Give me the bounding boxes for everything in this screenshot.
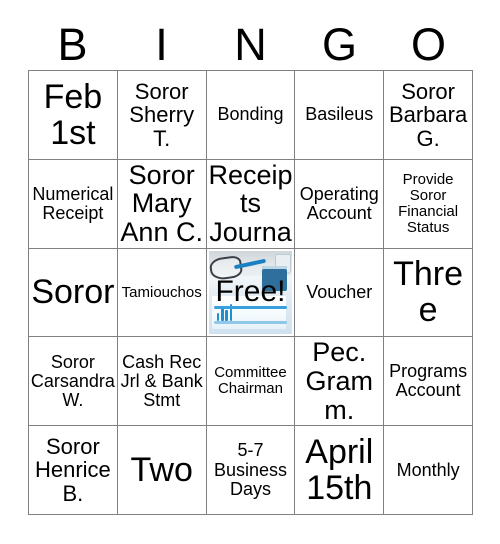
photo-chart-bar <box>221 307 224 321</box>
bingo-header-letter-i: I <box>155 18 168 70</box>
bingo-cell-label: Cash Rec Jrl & Bank Stmt <box>120 351 203 410</box>
bingo-cell[interactable]: Basileus <box>295 71 385 160</box>
photo-chart-line <box>213 321 288 325</box>
bingo-cell[interactable]: Numerical Receipt <box>29 159 118 249</box>
bingo-header-letter-b: B <box>57 18 88 70</box>
bingo-cell[interactable]: Feb 1st <box>29 71 118 160</box>
bingo-cell[interactable]: Cash Rec Jrl & Bank Stmt <box>117 337 207 427</box>
bingo-cell[interactable]: Programs Account <box>384 337 473 427</box>
bingo-cell-label: Operating Account <box>299 183 379 223</box>
bingo-cell-label: Soror Carsandra W. <box>30 351 115 410</box>
bingo-cell-label: Monthly <box>396 459 460 480</box>
bingo-cell-label: Tamiouchos <box>121 283 202 301</box>
bingo-cell[interactable]: Provide Soror Financial Status <box>384 159 473 249</box>
bingo-cell-label: Soror Sherry T. <box>129 78 195 151</box>
bingo-cell-label: Two <box>130 451 193 490</box>
bingo-cell-label: April 15th <box>305 433 374 508</box>
bingo-cell-label: Soror Mary Ann C. <box>120 159 203 247</box>
photo-chart-bar <box>225 310 228 321</box>
bingo-header-letter-o: O <box>410 18 446 70</box>
bingo-cell[interactable]: Voucher <box>295 248 385 338</box>
bingo-cell-label: Basileus <box>305 104 374 125</box>
bingo-cell[interactable]: Monthly <box>384 426 473 515</box>
bingo-cell[interactable]: Soror Barbara G. <box>384 71 473 160</box>
bingo-cell-label: Committee Chairman <box>214 364 287 398</box>
bingo-cell[interactable]: Soror Henrice B. <box>29 426 118 515</box>
bingo-cell[interactable]: 5-7 Business Days <box>206 426 296 515</box>
bingo-cell-label: Bonding <box>217 104 284 125</box>
free-space-label: Free! <box>215 275 286 309</box>
bingo-cell[interactable]: Soror Mary Ann C. <box>117 159 207 249</box>
bingo-cell[interactable]: Tamiouchos <box>117 248 207 338</box>
bingo-cell-label: Soror Henrice B. <box>34 434 111 506</box>
bingo-cell-label: 5-7 Business Days <box>213 440 288 499</box>
bingo-header-letter-n: N <box>234 18 267 70</box>
bingo-cell-label: Soror <box>31 273 115 312</box>
bingo-cell[interactable]: Bonding <box>206 71 296 160</box>
bingo-cell[interactable]: Committee Chairman <box>206 337 296 427</box>
bingo-cell-label: Provide Soror Financial Status <box>398 170 459 236</box>
bingo-cell-label: Feb 1st <box>43 77 103 152</box>
bingo-cell-label: Numerical Receipt <box>32 183 114 223</box>
bingo-cell[interactable]: Pec. Gramm. <box>295 337 385 427</box>
bingo-cell[interactable]: Soror <box>29 248 118 338</box>
bingo-cell[interactable]: Three <box>384 248 473 338</box>
bingo-cell[interactable]: April 15th <box>295 426 385 515</box>
bingo-cell-label: Cash Receipts Journal <box>208 159 293 248</box>
bingo-cell-label: Voucher <box>306 281 373 302</box>
bingo-cell[interactable]: Operating Account <box>295 159 385 249</box>
bingo-free-space-cell[interactable]: Free! <box>206 248 296 338</box>
bingo-cell-label: Programs Account <box>389 361 468 401</box>
bingo-cell[interactable]: Cash Receipts Journal <box>206 159 296 249</box>
bingo-card: B I N G O Feb 1st Soror Sherry T. Bondin… <box>0 0 500 544</box>
bingo-cell-label: Pec. Gramm. <box>305 337 374 425</box>
bingo-cell[interactable]: Soror Sherry T. <box>117 71 207 160</box>
bingo-grid: Feb 1st Soror Sherry T. Bonding Basileus… <box>28 70 473 515</box>
bingo-cell-label: Three <box>393 255 464 330</box>
bingo-cell[interactable]: Two <box>117 426 207 515</box>
bingo-cell-label: Soror Barbara G. <box>388 78 468 151</box>
bingo-header-letter-g: G <box>321 18 357 70</box>
bingo-header-row: B I N G O <box>28 18 473 70</box>
bingo-cell[interactable]: Soror Carsandra W. <box>29 337 118 427</box>
